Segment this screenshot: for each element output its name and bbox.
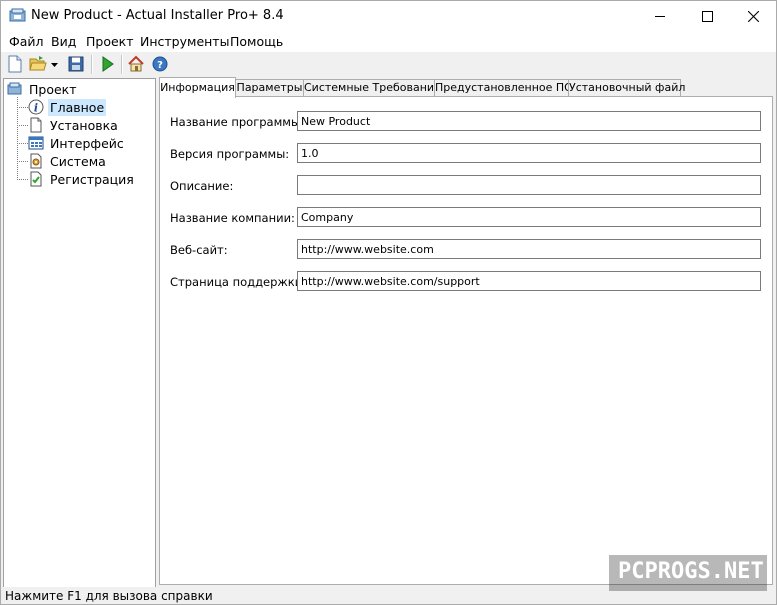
tab-information[interactable]: Информация [159, 77, 236, 98]
menu-tools[interactable]: Инструменты [140, 34, 229, 49]
build-run-icon[interactable] [98, 55, 116, 73]
close-icon [748, 11, 759, 22]
tree-connector [17, 107, 28, 108]
open-folder-icon[interactable] [29, 55, 47, 73]
website-input[interactable] [297, 239, 761, 259]
status-text: Нажмите F1 для вызова справки [5, 589, 213, 603]
minimize-button[interactable] [637, 1, 683, 31]
project-tree[interactable]: Проект i Главное Установка Интерфейс Сис… [3, 78, 156, 588]
product-version-input[interactable] [297, 143, 761, 163]
menu-view[interactable]: Вид [51, 34, 76, 49]
maximize-button[interactable] [684, 1, 730, 31]
minimize-icon [655, 16, 665, 17]
toolbar: ? [1, 52, 776, 77]
tree-connector [17, 161, 28, 162]
menu-file[interactable]: Файл [9, 34, 44, 49]
document-icon [28, 117, 44, 133]
menu-bar: Файл Вид Проект Инструменты Помощь [1, 31, 776, 52]
product-name-label: Название программы: [170, 115, 304, 129]
title-bar: New Product - Actual Installer Pro+ 8.4 [1, 1, 776, 31]
watermark-text: PCPROGS.NET [618, 559, 764, 584]
tree-label: Система [50, 154, 106, 169]
product-name-input[interactable] [297, 111, 761, 131]
menu-project[interactable]: Проект [86, 34, 134, 49]
menu-help[interactable]: Помощь [230, 34, 283, 49]
window-title: New Product - Actual Installer Pro+ 8.4 [31, 8, 284, 23]
tab-system-requirements[interactable]: Системные Требования [303, 79, 441, 97]
tab-strip: Информация Параметры Системные Требовани… [159, 77, 771, 98]
svg-text:i: i [34, 102, 38, 115]
maximize-icon [702, 11, 713, 22]
website-label: Веб-сайт: [170, 243, 228, 257]
company-name-input[interactable] [297, 207, 761, 227]
interface-grid-icon [28, 135, 44, 151]
tab-parameters[interactable]: Параметры [235, 79, 304, 97]
save-icon[interactable] [67, 55, 85, 73]
tree-connector [17, 125, 28, 126]
description-label: Описание: [170, 179, 234, 193]
tree-label: Проект [29, 82, 77, 97]
home-icon[interactable] [127, 55, 145, 73]
app-window: New Product - Actual Installer Pro+ 8.4 … [0, 0, 777, 605]
help-icon[interactable]: ? [151, 55, 169, 73]
tree-label: Главное [48, 99, 107, 116]
tree-label: Регистрация [50, 172, 134, 187]
registration-icon [28, 171, 44, 187]
tree-connector [17, 179, 28, 180]
tab-prerequisites[interactable]: Предустановленное ПО [434, 79, 573, 97]
tree-connector [17, 143, 28, 144]
close-button[interactable] [730, 1, 776, 31]
new-document-icon[interactable] [6, 55, 24, 73]
project-icon [7, 81, 23, 97]
info-icon: i [28, 99, 44, 115]
tab-setup-file[interactable]: Установочный файл [568, 79, 685, 97]
app-icon [9, 8, 27, 23]
description-input[interactable] [297, 175, 761, 195]
tree-connector [17, 97, 18, 180]
tree-label: Установка [50, 118, 118, 133]
toolbar-separator [91, 55, 93, 74]
dropdown-arrow-icon[interactable] [50, 55, 59, 73]
support-page-label: Страница поддержки: [170, 275, 307, 289]
watermark: PCPROGS.NET [609, 555, 767, 591]
toolbar-separator [121, 55, 123, 74]
tree-label: Интерфейс [50, 136, 124, 151]
product-version-label: Версия программы: [170, 147, 290, 161]
svg-text:?: ? [157, 60, 163, 71]
system-icon [28, 153, 44, 169]
company-name-label: Название компании: [170, 211, 295, 225]
support-page-input[interactable] [297, 271, 761, 291]
information-panel: Название программы: Версия программы: Оп… [159, 96, 773, 585]
